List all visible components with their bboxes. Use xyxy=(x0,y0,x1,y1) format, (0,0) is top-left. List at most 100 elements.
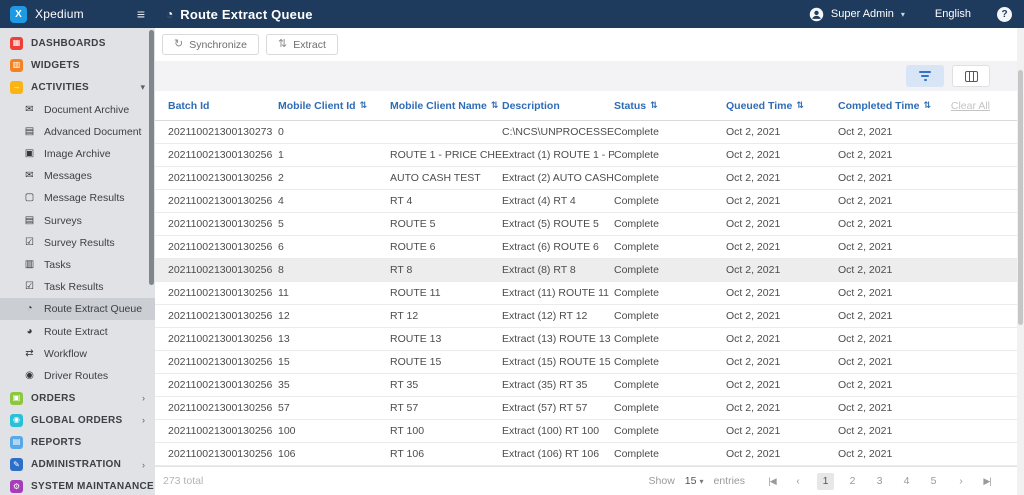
cell-mobile-client-name: RT 57 xyxy=(390,402,419,414)
cell-status: Complete xyxy=(614,126,659,138)
table-row[interactable]: 202110021300130256 4 RT 4 Extract (4) RT… xyxy=(155,190,1024,213)
page-button-2[interactable]: 2 xyxy=(844,473,861,490)
table-row[interactable]: 202110021300130256 8 RT 8 Extract (8) RT… xyxy=(155,259,1024,282)
first-page-button[interactable]: |◀ xyxy=(765,476,779,487)
sidebar-item-task-results[interactable]: ☑ Task Results xyxy=(0,276,155,298)
next-page-button[interactable]: › xyxy=(954,475,968,487)
document-archive-icon: ✉ xyxy=(25,103,34,115)
filter-button[interactable] xyxy=(906,65,944,87)
sidebar-item-widgets[interactable]: ▥ WIDGETS xyxy=(0,54,155,76)
sidebar-item-orders[interactable]: ▣ ORDERS › xyxy=(0,387,155,409)
page-button-4[interactable]: 4 xyxy=(898,473,915,490)
sidebar-item-workflow[interactable]: ⇄ Workflow xyxy=(0,343,155,365)
sidebar-item-reports[interactable]: ▤ REPORTS xyxy=(0,431,155,453)
sidebar-item-messages[interactable]: ✉ Messages xyxy=(0,165,155,187)
cell-description: Extract (57) RT 57 xyxy=(502,402,588,414)
table-row[interactable]: 202110021300130256 5 ROUTE 5 Extract (5)… xyxy=(155,213,1024,236)
table-row[interactable]: 202110021300130256 1 ROUTE 1 - PRICE CHE… xyxy=(155,144,1024,167)
route-extract-queue-icon: ◔ xyxy=(166,7,174,21)
sidebar-item-activities[interactable]: → ACTIVITIES ▾ xyxy=(0,76,155,98)
sidebar-item-label: Image Archive xyxy=(44,148,111,161)
column-label: Mobile Client Name xyxy=(390,99,487,112)
cell-queued-time: Oct 2, 2021 xyxy=(726,448,781,460)
cell-batch-id: 202110021300130256 xyxy=(168,241,273,253)
table-row[interactable]: 202110021300130256 6 ROUTE 6 Extract (6)… xyxy=(155,236,1024,259)
cell-description: C:\NCS\UNPROCESSEDCL... xyxy=(502,126,614,138)
table-row[interactable]: 202110021300130256 13 ROUTE 13 Extract (… xyxy=(155,328,1024,351)
sort-icon[interactable]: ⇅ xyxy=(924,100,932,111)
cell-queued-time: Oct 2, 2021 xyxy=(726,149,781,161)
page-scrollbar[interactable] xyxy=(1017,28,1024,495)
cell-description: Extract (15) ROUTE 15 xyxy=(502,356,611,368)
cell-mobile-client-name: ROUTE 5 xyxy=(390,218,436,230)
sidebar-item-route-extract-queue[interactable]: ◔ Route Extract Queue xyxy=(0,298,155,321)
orders-icon: ▣ xyxy=(10,391,23,405)
column-header-mobile-client-name[interactable]: Mobile Client Name ⇅ xyxy=(390,100,502,112)
cell-mobile-client-name: RT 35 xyxy=(390,379,419,391)
column-header-queued-time[interactable]: Queued Time ⇅ xyxy=(726,100,838,112)
column-header-completed-time[interactable]: Completed Time ⇅ xyxy=(838,100,950,112)
extract-button[interactable]: ⇅ Extract xyxy=(266,34,338,55)
sidebar-item-survey-results[interactable]: ☑ Survey Results xyxy=(0,232,155,254)
table-row[interactable]: 202110021300130256 35 RT 35 Extract (35)… xyxy=(155,374,1024,397)
column-header-mobile-client-id[interactable]: Mobile Client Id ⇅ xyxy=(278,100,390,112)
help-icon[interactable]: ? xyxy=(997,6,1012,22)
sidebar-item-message-results[interactable]: ▢ Message Results xyxy=(0,187,155,209)
cell-queued-time: Oct 2, 2021 xyxy=(726,172,781,184)
pagination-controls: Show 15 ▾ entries |◀ ‹ 12345 › ▶| xyxy=(649,472,1024,490)
activities-icon: → xyxy=(10,80,23,94)
cell-mobile-client-id: 57 xyxy=(278,402,290,414)
cell-mobile-client-name: ROUTE 1 - PRICE CHECKS xyxy=(390,149,502,161)
last-page-button[interactable]: ▶| xyxy=(980,476,994,487)
cell-batch-id: 202110021300130256 xyxy=(168,448,273,460)
language-selector[interactable]: English xyxy=(935,8,971,20)
table-row[interactable]: 202110021300130256 106 RT 106 Extract (1… xyxy=(155,443,1024,466)
cell-batch-id: 202110021300130256 xyxy=(168,310,273,322)
sidebar-item-route-extract[interactable]: ◕ Route Extract xyxy=(0,320,155,342)
sidebar-item-tasks[interactable]: ▥ Tasks xyxy=(0,254,155,276)
cell-status: Complete xyxy=(614,218,659,230)
sidebar-item-image-archive[interactable]: ▣ Image Archive xyxy=(0,143,155,165)
cell-description: Extract (8) RT 8 xyxy=(502,264,576,276)
sidebar-item-surveys[interactable]: ▤ Surveys xyxy=(0,210,155,232)
page-button-3[interactable]: 3 xyxy=(871,473,888,490)
cell-batch-id: 202110021300130256 xyxy=(168,425,273,437)
table-row[interactable]: 202110021300130256 11 ROUTE 11 Extract (… xyxy=(155,282,1024,305)
sidebar-item-document-archive[interactable]: ✉ Document Archive xyxy=(0,99,155,121)
table-row[interactable]: 202110021300130273 0 C:\NCS\UNPROCESSEDC… xyxy=(155,121,1024,144)
hamburger-menu-icon[interactable]: ≡ xyxy=(137,7,145,21)
cell-mobile-client-name: AUTO CASH TEST xyxy=(390,172,481,184)
sidebar-item-dashboards[interactable]: ▦ DASHBOARDS xyxy=(0,32,155,54)
table-row[interactable]: 202110021300130256 57 RT 57 Extract (57)… xyxy=(155,397,1024,420)
page-scrollbar-thumb[interactable] xyxy=(1018,70,1023,325)
cell-mobile-client-name: RT 8 xyxy=(390,264,413,276)
table-row[interactable]: 202110021300130256 15 ROUTE 15 Extract (… xyxy=(155,351,1024,374)
sidebar-item-advanced-document[interactable]: ▤ Advanced Document xyxy=(0,121,155,143)
table-row[interactable]: 202110021300130256 100 RT 100 Extract (1… xyxy=(155,420,1024,443)
columns-button[interactable] xyxy=(952,65,990,87)
sort-icon[interactable]: ⇅ xyxy=(491,100,499,111)
cell-batch-id: 202110021300130256 xyxy=(168,402,273,414)
column-header-status[interactable]: Status ⇅ xyxy=(614,100,726,112)
sidebar-item-administration[interactable]: ✎ ADMINISTRATION › xyxy=(0,454,155,476)
sidebar-item-global-orders[interactable]: ◉ GLOBAL ORDERS › xyxy=(0,409,155,431)
page-size-select[interactable]: 15 ▾ xyxy=(685,475,704,487)
user-menu[interactable]: Super Admin ▾ xyxy=(809,7,905,22)
sort-icon[interactable]: ⇅ xyxy=(796,100,804,111)
cell-status: Complete xyxy=(614,402,659,414)
synchronize-button[interactable]: ↻ Synchronize xyxy=(162,34,259,55)
sort-icon[interactable]: ⇅ xyxy=(650,100,658,111)
sidebar-item-driver-routes[interactable]: ◉ Driver Routes xyxy=(0,365,155,387)
page-button-1[interactable]: 1 xyxy=(817,472,834,490)
clear-all-link[interactable]: Clear All xyxy=(950,100,1024,112)
sort-icon[interactable]: ⇅ xyxy=(360,100,368,111)
sidebar-item-system-maintanance[interactable]: ⚙ SYSTEM MAINTANANCE › xyxy=(0,476,155,495)
cell-queued-time: Oct 2, 2021 xyxy=(726,218,781,230)
page-button-5[interactable]: 5 xyxy=(925,473,942,490)
table-row[interactable]: 202110021300130256 12 RT 12 Extract (12)… xyxy=(155,305,1024,328)
chevron-icon: › xyxy=(142,459,145,470)
previous-page-button[interactable]: ‹ xyxy=(791,475,805,487)
cell-mobile-client-name: RT 12 xyxy=(390,310,419,322)
table-row[interactable]: 202110021300130256 2 AUTO CASH TEST Extr… xyxy=(155,167,1024,190)
sidebar-scrollbar[interactable] xyxy=(149,30,154,285)
